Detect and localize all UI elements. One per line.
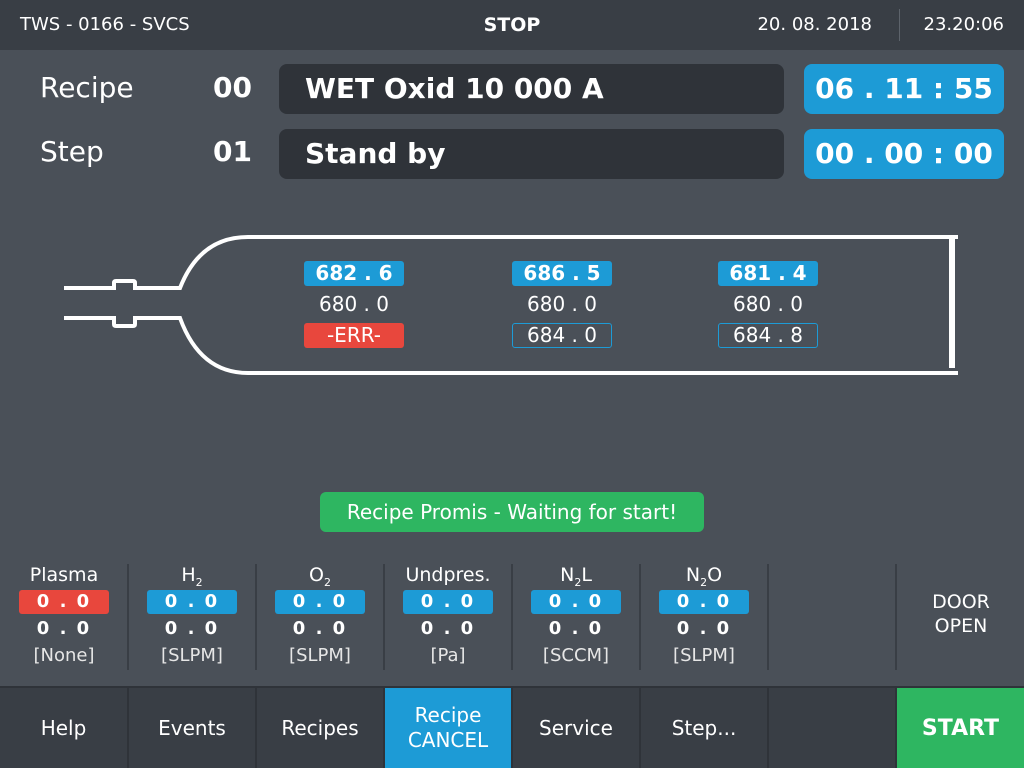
gas-name: N2L	[560, 564, 592, 589]
zone-2-reading: 684 . 0	[512, 323, 612, 348]
gas-unit: [SLPM]	[673, 645, 735, 666]
current-date: 20. 08. 2018	[757, 14, 872, 35]
zone-1-error-badge: -ERR-	[304, 323, 404, 348]
zone-2-setpoint: 680 . 0	[527, 292, 597, 316]
gas-name: Undpres.	[405, 564, 491, 586]
step-number: 01	[213, 135, 252, 168]
top-bar: TWS - 0166 - SVCS STOP 20. 08. 2018 23.2…	[0, 0, 1024, 50]
gas-setpoint: 0 . 0	[548, 618, 604, 639]
recipe-cancel-button[interactable]: Recipe CANCEL	[385, 688, 511, 768]
gas-n2l[interactable]: N2L 0 . 0 0 . 0 [SCCM]	[512, 562, 640, 672]
zone-1-actual: 682 . 6	[304, 261, 404, 286]
start-button[interactable]: START	[897, 688, 1024, 768]
recipe-label: Recipe	[40, 71, 134, 104]
gas-setpoint: 0 . 0	[420, 618, 476, 639]
gas-setpoint: 0 . 0	[676, 618, 732, 639]
empty-button	[769, 688, 895, 768]
recipe-name[interactable]: WET Oxid 10 000 A	[279, 64, 784, 114]
gas-unit: [SCCM]	[542, 645, 610, 666]
zone-2-actual: 686 . 5	[512, 261, 612, 286]
zone-3-actual: 681 . 4	[718, 261, 818, 286]
gas-name: H2	[181, 564, 203, 589]
step-timer: 00 . 00 : 00	[804, 129, 1004, 179]
gas-unit: [None]	[33, 645, 95, 666]
service-button[interactable]: Service	[513, 688, 639, 768]
zone-1[interactable]: 682 . 6 680 . 0 -ERR-	[304, 261, 404, 354]
panel-divider	[767, 564, 769, 670]
status-message: Recipe Promis - Waiting for start!	[320, 492, 704, 532]
gas-setpoint: 0 . 0	[36, 618, 92, 639]
gas-setpoint: 0 . 0	[164, 618, 220, 639]
recipes-button[interactable]: Recipes	[257, 688, 383, 768]
gas-actual: 0 . 0	[403, 590, 493, 614]
zone-1-setpoint: 680 . 0	[319, 292, 389, 316]
gas-name: Plasma	[29, 564, 99, 586]
header-divider	[899, 9, 900, 41]
zone-3[interactable]: 681 . 4 680 . 0 684 . 8	[718, 261, 818, 354]
panel-divider	[895, 564, 897, 670]
gas-actual: 0 . 0	[147, 590, 237, 614]
gas-name: O2	[309, 564, 331, 589]
gas-o2[interactable]: O2 0 . 0 0 . 0 [SLPM]	[256, 562, 384, 672]
step-label: Step	[40, 135, 104, 168]
gas-underpressure[interactable]: Undpres. 0 . 0 0 . 0 [Pa]	[384, 562, 512, 672]
step-button[interactable]: Step...	[641, 688, 767, 768]
door-status: DOOR OPEN	[932, 591, 990, 637]
gas-unit: [SLPM]	[161, 645, 223, 666]
gas-actual: 0 . 0	[531, 590, 621, 614]
gas-h2[interactable]: H2 0 . 0 0 . 0 [SLPM]	[128, 562, 256, 672]
zone-2[interactable]: 686 . 5 680 . 0 684 . 0	[512, 261, 612, 354]
current-time: 23.20:06	[923, 14, 1005, 35]
help-button[interactable]: Help	[0, 688, 127, 768]
zone-3-reading: 684 . 8	[718, 323, 818, 348]
recipe-number: 00	[213, 71, 252, 104]
gas-actual: 0 . 0	[659, 590, 749, 614]
gas-n2o[interactable]: N2O 0 . 0 0 . 0 [SLPM]	[640, 562, 768, 672]
gas-actual: 0 . 0	[275, 590, 365, 614]
gas-unit: [SLPM]	[289, 645, 351, 666]
events-button[interactable]: Events	[129, 688, 255, 768]
zone-3-setpoint: 680 . 0	[733, 292, 803, 316]
gas-plasma[interactable]: Plasma 0 . 0 0 . 0 [None]	[0, 562, 128, 672]
gas-actual: 0 . 0	[19, 590, 109, 614]
system-id: TWS - 0166 - SVCS	[20, 14, 190, 35]
gas-unit: [Pa]	[430, 645, 466, 666]
step-name[interactable]: Stand by	[279, 129, 784, 179]
recipe-timer: 06 . 11 : 55	[804, 64, 1004, 114]
gas-name: N2O	[685, 564, 723, 589]
gas-setpoint: 0 . 0	[292, 618, 348, 639]
